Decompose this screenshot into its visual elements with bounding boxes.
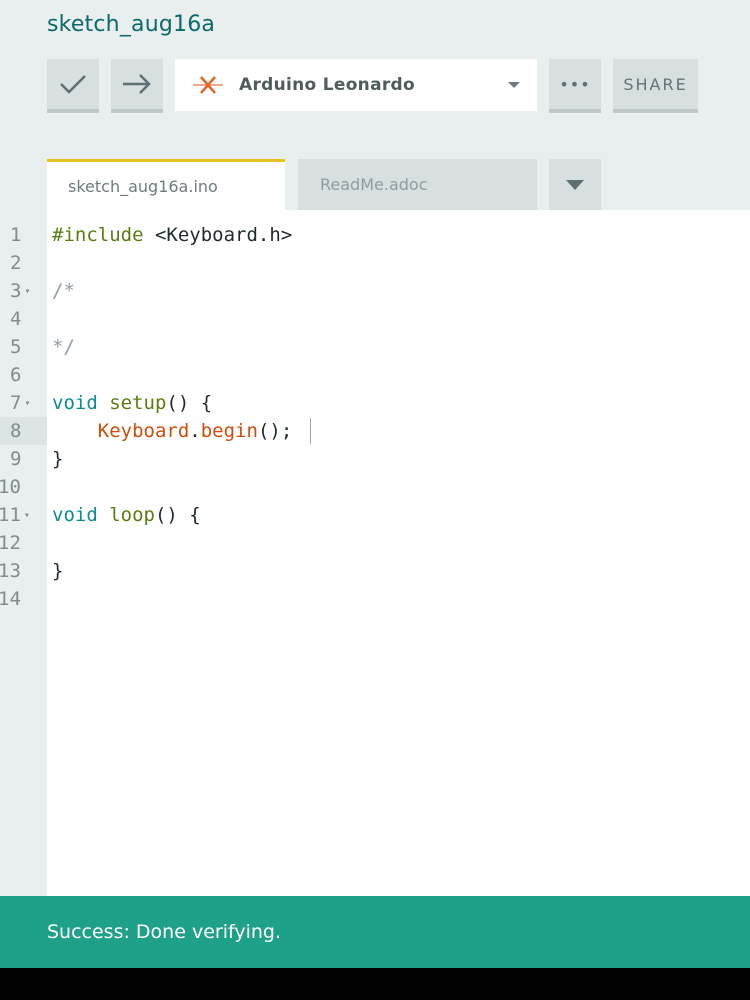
system-bottom-bar bbox=[0, 968, 750, 1000]
preprocessor-directive: #include bbox=[52, 224, 144, 246]
triangle-down-icon bbox=[566, 179, 584, 190]
line-number: 4 bbox=[10, 308, 22, 330]
fold-toggle-icon[interactable]: ▾ bbox=[24, 510, 30, 521]
tab-readme-adoc[interactable]: ReadMe.adoc bbox=[298, 159, 537, 210]
tab-label: ReadMe.adoc bbox=[320, 175, 428, 194]
more-options-button[interactable]: ••• bbox=[549, 59, 601, 113]
code-punctuation: . bbox=[189, 420, 201, 442]
class-name: Keyboard bbox=[52, 420, 190, 442]
line-number: 9 bbox=[10, 448, 22, 470]
line-number: 14 bbox=[0, 588, 21, 610]
status-message: Success: Done verifying. bbox=[47, 921, 281, 943]
line-number: 7 ▾ bbox=[10, 392, 31, 414]
code-line-13[interactable]: } bbox=[52, 557, 63, 585]
checkmark-icon bbox=[60, 75, 86, 94]
code-line-11[interactable]: void loop() { bbox=[52, 501, 201, 529]
code-line-7[interactable]: void setup() { bbox=[52, 389, 212, 417]
text-cursor bbox=[310, 418, 311, 444]
chevron-down-icon bbox=[508, 82, 520, 88]
line-number: 2 bbox=[10, 252, 22, 274]
code-punctuation: () { bbox=[154, 504, 201, 526]
line-number: 13 bbox=[0, 560, 21, 582]
include-header: <Keyboard.h> bbox=[143, 224, 293, 246]
code-line-1[interactable]: #include <Keyboard.h> bbox=[52, 221, 292, 249]
board-disconnected-icon bbox=[193, 76, 223, 94]
code-line-8[interactable]: Keyboard.begin(); bbox=[52, 417, 293, 445]
board-selector[interactable]: Arduino Leonardo bbox=[175, 59, 537, 111]
code-punctuation: (); bbox=[257, 420, 293, 442]
line-number: 3 ▾ bbox=[10, 280, 31, 302]
more-dots-icon: ••• bbox=[559, 74, 591, 94]
sketch-title: sketch_aug16a bbox=[47, 12, 216, 37]
line-number: 8 bbox=[10, 420, 22, 442]
fold-toggle-icon[interactable]: ▾ bbox=[24, 286, 30, 297]
line-number: 11 ▾ bbox=[0, 504, 30, 526]
code-punctuation: () { bbox=[166, 392, 213, 414]
upload-button[interactable] bbox=[111, 59, 163, 113]
code-line-9[interactable]: } bbox=[52, 445, 63, 473]
line-number: 10 bbox=[0, 476, 21, 498]
code-editor[interactable] bbox=[47, 210, 750, 896]
line-number: 12 bbox=[0, 532, 21, 554]
function-name: loop bbox=[97, 504, 155, 526]
active-line-highlight bbox=[0, 417, 47, 445]
tab-sketch-ino[interactable]: sketch_aug16a.ino bbox=[47, 159, 285, 210]
board-name: Arduino Leonardo bbox=[239, 75, 415, 95]
function-name: setup bbox=[97, 392, 167, 414]
share-button[interactable]: SHARE bbox=[613, 59, 698, 113]
status-bar: Success: Done verifying. bbox=[0, 896, 750, 968]
type-keyword: void bbox=[52, 504, 98, 526]
line-number: 6 bbox=[10, 364, 22, 386]
line-number: 1 bbox=[10, 224, 22, 246]
method-name: begin bbox=[200, 420, 258, 442]
type-keyword: void bbox=[52, 392, 98, 414]
code-line-3[interactable]: /* bbox=[52, 277, 75, 305]
verify-button[interactable] bbox=[47, 59, 99, 113]
code-line-5[interactable]: */ bbox=[52, 333, 75, 361]
arrow-right-icon bbox=[123, 74, 151, 94]
fold-toggle-icon[interactable]: ▾ bbox=[24, 398, 30, 409]
share-label: SHARE bbox=[623, 74, 688, 94]
line-number: 5 bbox=[10, 336, 22, 358]
tab-label: sketch_aug16a.ino bbox=[68, 176, 218, 196]
tabs-menu-button[interactable] bbox=[549, 159, 601, 210]
